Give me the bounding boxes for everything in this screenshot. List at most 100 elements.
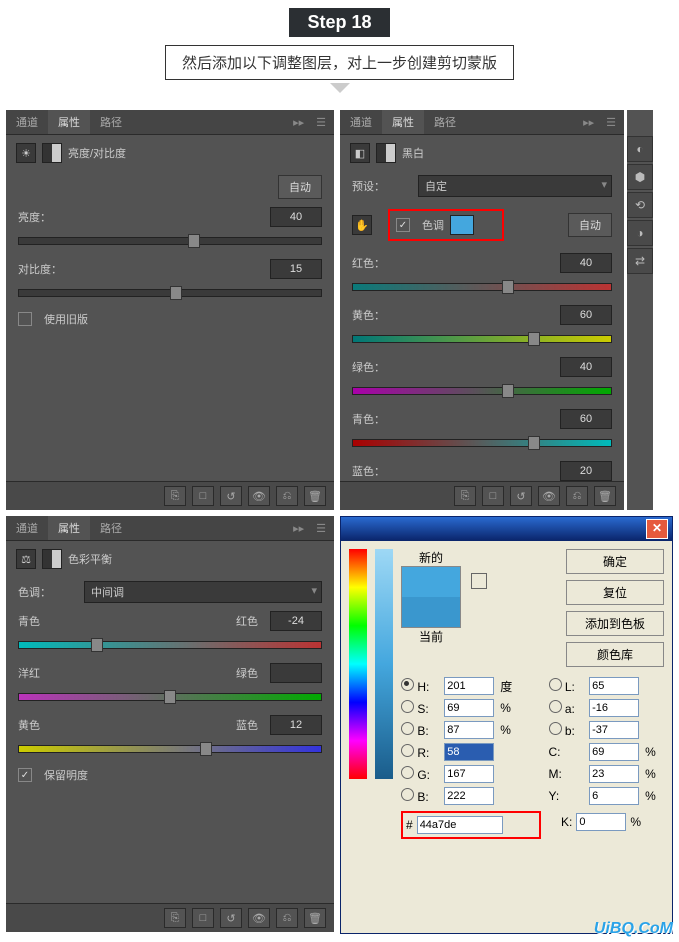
tab-properties[interactable]: 属性 (48, 110, 90, 134)
contrast-label: 对比度： (18, 261, 78, 277)
auto-button[interactable]: 自动 (278, 175, 322, 199)
footer-icon-4[interactable]: 👁 (538, 486, 560, 506)
tab-path[interactable]: 路径 (90, 516, 132, 540)
footer-icon-3[interactable]: ↺ (220, 486, 242, 506)
tool-icon-3[interactable]: ⟲ (627, 192, 653, 218)
cb-value[interactable]: 12 (270, 715, 322, 735)
tone-select[interactable]: 中间调 (84, 581, 322, 603)
b-input[interactable] (444, 787, 494, 805)
legacy-checkbox[interactable] (18, 312, 32, 326)
radio-r[interactable] (401, 744, 414, 757)
reset-button[interactable]: 复位 (566, 580, 664, 605)
cube-icon[interactable] (471, 573, 487, 589)
tab-channel[interactable]: 通道 (6, 516, 48, 540)
tint-swatch[interactable] (450, 215, 474, 235)
a-input[interactable] (589, 699, 639, 717)
h-input[interactable] (444, 677, 494, 695)
radio-bb2[interactable] (549, 722, 562, 735)
cb-slider[interactable] (18, 637, 322, 651)
close-button[interactable]: ✕ (646, 519, 668, 539)
tool-icon-4[interactable]: ◑ (627, 220, 653, 246)
cb-left-label: 黄色 (18, 717, 78, 733)
bw-value[interactable]: 60 (560, 409, 612, 429)
cb-slider[interactable] (18, 689, 322, 703)
preserve-checkbox[interactable] (18, 768, 32, 782)
tab-properties[interactable]: 属性 (382, 110, 424, 134)
tab-properties[interactable]: 属性 (48, 516, 90, 540)
hue-strip[interactable] (349, 549, 367, 779)
contrast-slider[interactable] (18, 285, 322, 299)
bw-slider[interactable] (352, 331, 612, 345)
footer-icon-2[interactable]: □ (192, 486, 214, 506)
collapse-icon[interactable]: ▸▸ (289, 522, 308, 535)
collapse-icon[interactable]: ▸▸ (579, 116, 598, 129)
brightness-value[interactable]: 40 (270, 207, 322, 227)
brightness-slider[interactable] (18, 233, 322, 247)
tab-path[interactable]: 路径 (424, 110, 466, 134)
menu-icon[interactable]: ☰ (312, 116, 330, 129)
tool-icon-2[interactable]: ⬢ (627, 164, 653, 190)
new-label: 新的 (401, 549, 461, 566)
radio-l[interactable] (549, 678, 562, 691)
footer-icon-3[interactable]: ↺ (510, 486, 532, 506)
radio-b[interactable] (401, 788, 414, 801)
footer-icon-4[interactable]: 👁 (248, 908, 270, 928)
radio-g[interactable] (401, 766, 414, 779)
collapse-icon[interactable]: ▸▸ (289, 116, 308, 129)
menu-icon[interactable]: ☰ (312, 522, 330, 535)
footer-icon-2[interactable]: □ (192, 908, 214, 928)
tab-path[interactable]: 路径 (90, 110, 132, 134)
footer-icon-1[interactable]: ⎘ (164, 486, 186, 506)
saturation-value-box[interactable] (375, 549, 393, 779)
s-input[interactable] (444, 699, 494, 717)
bv-input[interactable] (444, 721, 494, 739)
radio-bv[interactable] (401, 722, 414, 735)
bw-slider[interactable] (352, 279, 612, 293)
ok-button[interactable]: 确定 (566, 549, 664, 574)
bb-input[interactable] (589, 721, 639, 739)
bw-slider[interactable] (352, 435, 612, 449)
footer-icon-3[interactable]: ↺ (220, 908, 242, 928)
footer-icon-6[interactable]: 🗑 (304, 908, 326, 928)
tab-channel[interactable]: 通道 (340, 110, 382, 134)
tool-icon-1[interactable]: ◐ (627, 136, 653, 162)
footer-icon-5[interactable]: ⎌ (566, 486, 588, 506)
cb-value[interactable]: -24 (270, 611, 322, 631)
hand-icon[interactable]: ✋ (352, 215, 372, 235)
cb-value[interactable] (270, 663, 322, 683)
bw-value[interactable]: 20 (560, 461, 612, 481)
preset-select[interactable]: 自定 (418, 175, 612, 197)
bw-value[interactable]: 40 (560, 253, 612, 273)
k-input[interactable] (576, 813, 626, 831)
footer-icon-1[interactable]: ⎘ (454, 486, 476, 506)
cb-slider[interactable] (18, 741, 322, 755)
l-input[interactable] (589, 677, 639, 695)
radio-s[interactable] (401, 700, 414, 713)
radio-a[interactable] (549, 700, 562, 713)
footer-icon-5[interactable]: ⎌ (276, 908, 298, 928)
tab-channel[interactable]: 通道 (6, 110, 48, 134)
bw-value[interactable]: 60 (560, 305, 612, 325)
g-input[interactable] (444, 765, 494, 783)
radio-h[interactable] (401, 678, 414, 691)
footer-icon-6[interactable]: 🗑 (304, 486, 326, 506)
tool-icon-5[interactable]: ⇄ (627, 248, 653, 274)
footer-icon-2[interactable]: □ (482, 486, 504, 506)
footer-icon-5[interactable]: ⎌ (276, 486, 298, 506)
hex-input[interactable] (417, 816, 503, 834)
footer-icon-4[interactable]: 👁 (248, 486, 270, 506)
c-input[interactable] (589, 743, 639, 761)
color-lib-button[interactable]: 颜色库 (566, 642, 664, 667)
bw-slider[interactable] (352, 383, 612, 397)
add-swatch-button[interactable]: 添加到色板 (566, 611, 664, 636)
y-input[interactable] (589, 787, 639, 805)
r-input[interactable] (444, 743, 494, 761)
contrast-value[interactable]: 15 (270, 259, 322, 279)
footer-icon-6[interactable]: 🗑 (594, 486, 616, 506)
bw-value[interactable]: 40 (560, 357, 612, 377)
tint-checkbox[interactable] (396, 218, 410, 232)
footer-icon-1[interactable]: ⎘ (164, 908, 186, 928)
auto-button[interactable]: 自动 (568, 213, 612, 237)
m-input[interactable] (589, 765, 639, 783)
menu-icon[interactable]: ☰ (602, 116, 620, 129)
